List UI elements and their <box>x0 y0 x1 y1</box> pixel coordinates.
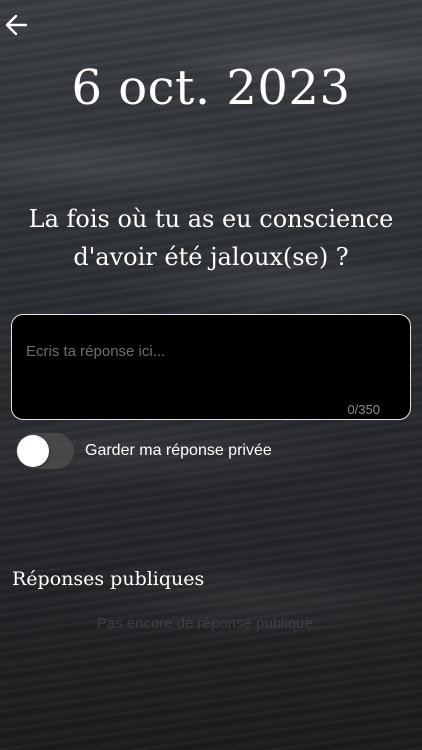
private-toggle[interactable] <box>16 433 74 469</box>
answer-box[interactable]: 0/350 <box>11 314 411 420</box>
answer-input[interactable] <box>26 343 396 393</box>
public-answers-title: Réponses publiques <box>12 568 205 590</box>
question-text: La fois où tu as eu conscience d'avoir é… <box>28 205 394 271</box>
public-answers-empty: Pas encore de réponse publique... <box>96 615 326 632</box>
private-toggle-label: Garder ma réponse privée <box>85 442 272 459</box>
page-date: 6 oct. 2023 <box>71 60 351 116</box>
back-button[interactable] <box>4 12 30 38</box>
arrow-left-icon <box>5 14 28 36</box>
char-counter: 0/350 <box>347 402 380 417</box>
toggle-knob <box>17 435 49 467</box>
